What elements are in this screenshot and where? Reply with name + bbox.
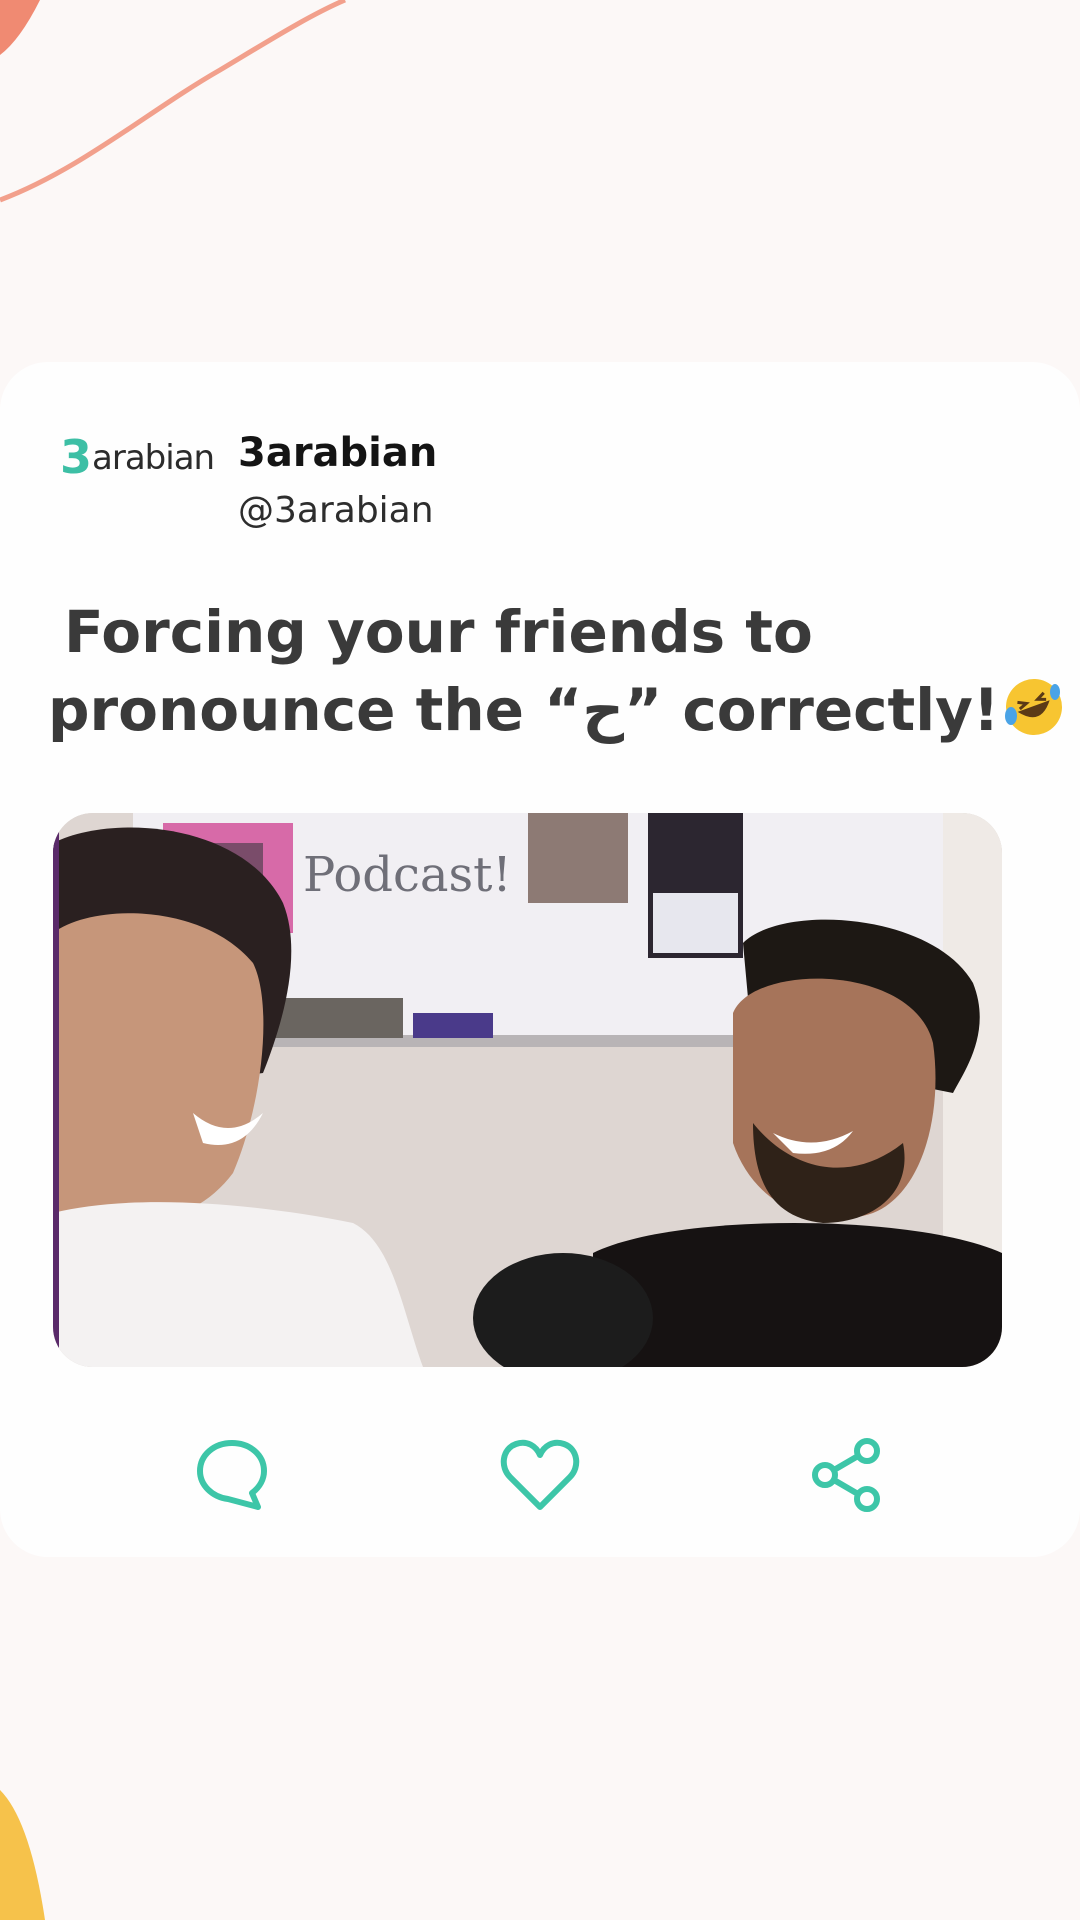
caption-line-2: pronounce the “ح” correctly! [48,671,1063,757]
logo-mark: 3 [60,430,92,484]
heart-icon [500,1439,580,1510]
post-caption: Forcing your friends to pronounce the “ح… [48,593,1063,757]
laughing-emoji-icon [1003,676,1065,757]
decorative-curve [0,0,346,203]
decorative-blob [0,1790,45,1920]
comment-button[interactable] [192,1435,272,1515]
share-nodes-icon [812,1438,880,1512]
video-frame: Podcast! [53,813,1002,1367]
share-button[interactable] [807,1435,887,1515]
account-name[interactable]: 3arabian [238,430,437,476]
brand-logo: 3arabian [60,430,215,484]
whiteboard-text: Podcast! [303,847,512,903]
like-button[interactable] [500,1435,580,1515]
caption-line-1: Forcing your friends to [64,598,813,666]
account-handle[interactable]: @3arabian [238,490,434,531]
logo-wordmark: arabian [92,438,215,478]
video-player[interactable]: Podcast! [53,813,1002,1367]
caption-line-2-text: pronounce the “ح” correctly! [48,676,1000,744]
speech-bubble-icon [197,1440,267,1510]
